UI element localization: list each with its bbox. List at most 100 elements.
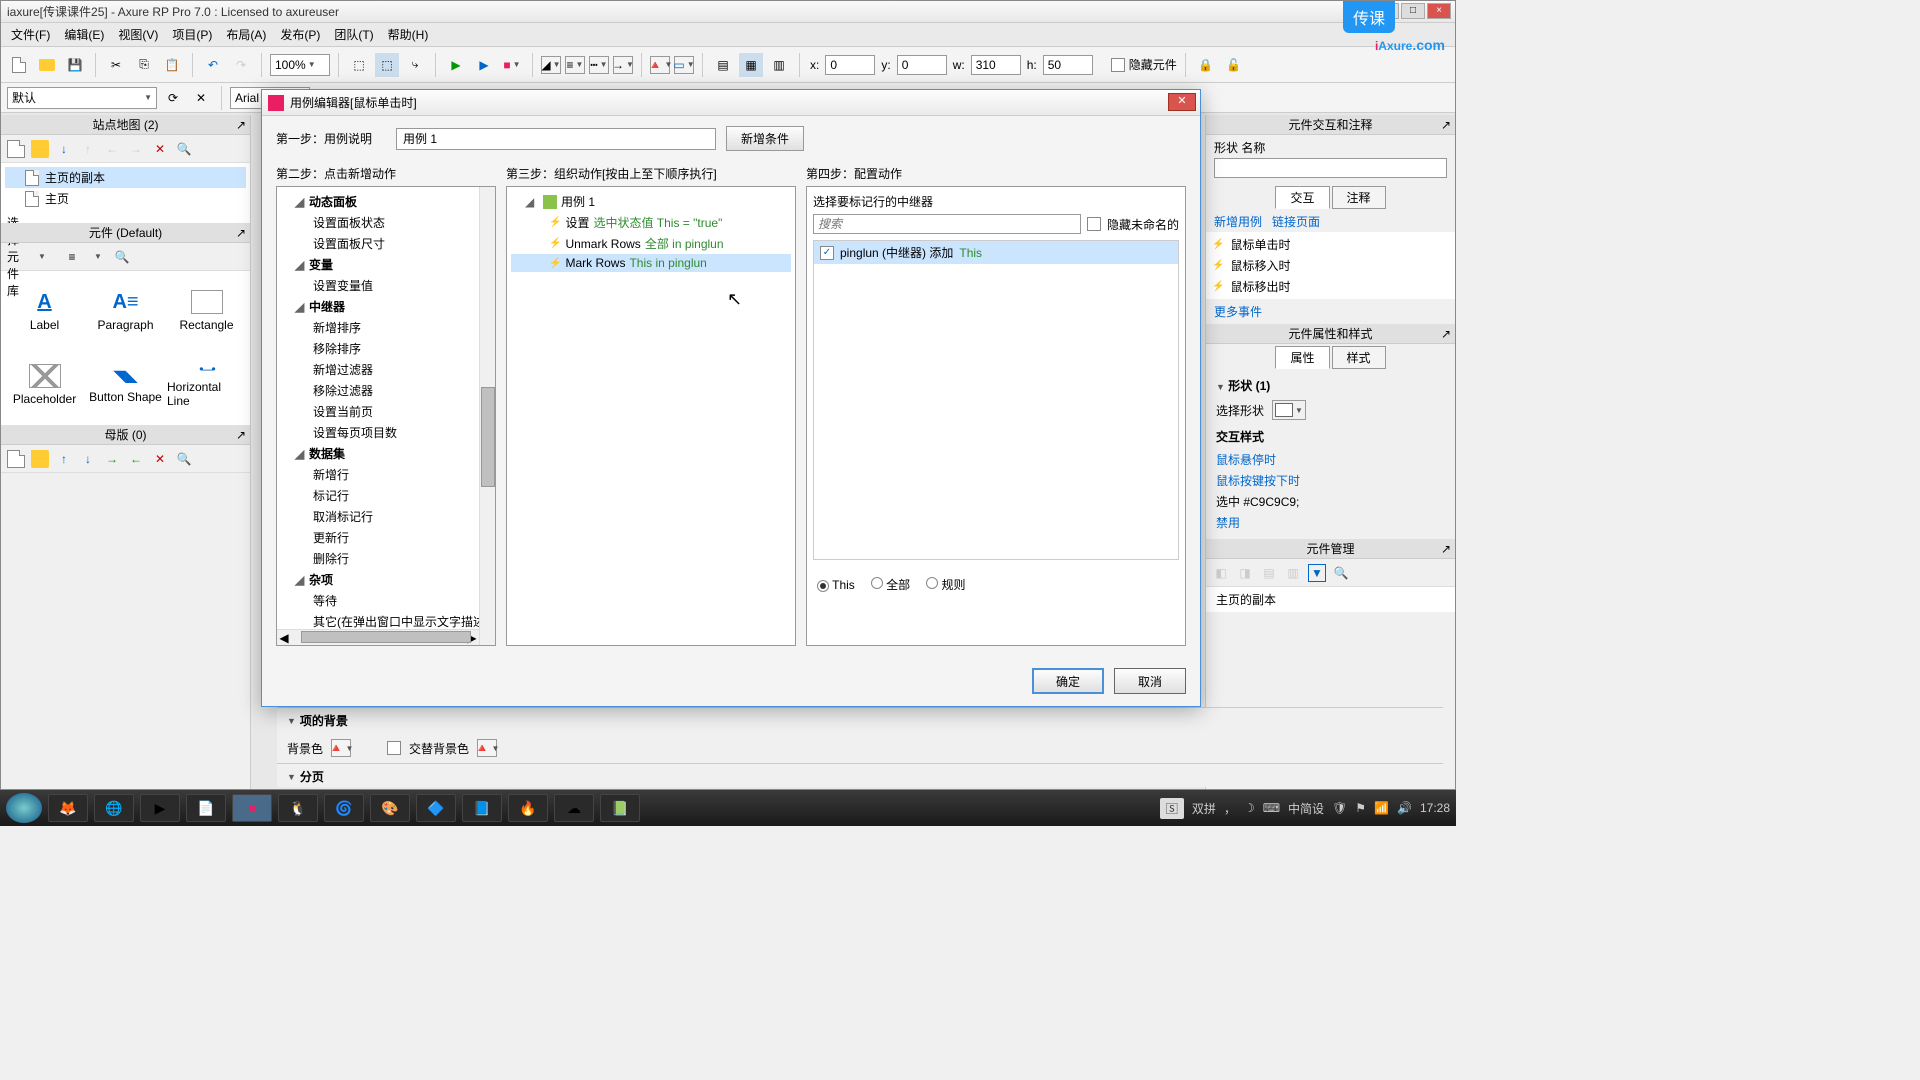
task-app-5[interactable]: 🔷 bbox=[416, 794, 456, 822]
mgmt-icon4[interactable]: ▥ bbox=[1284, 564, 1302, 582]
menu-arrange[interactable]: 布局(A) bbox=[220, 24, 272, 45]
new-file-icon[interactable] bbox=[7, 53, 31, 77]
case-action-mark[interactable]: ⚡Mark Rows This in pinglun bbox=[511, 254, 791, 272]
open-icon[interactable] bbox=[35, 53, 59, 77]
mgmt-icon2[interactable]: ◨ bbox=[1236, 564, 1254, 582]
master-down-icon[interactable]: ↓ bbox=[79, 450, 97, 468]
menu-edit[interactable]: 编辑(E) bbox=[58, 24, 110, 45]
publish-icon[interactable]: ▶ bbox=[472, 53, 496, 77]
dialog-close-button[interactable]: ✕ bbox=[1168, 93, 1196, 111]
arrow-style-icon[interactable]: →▼ bbox=[613, 56, 633, 74]
action-remove-sort[interactable]: 移除排序 bbox=[281, 338, 491, 359]
task-app-7[interactable]: 🔥 bbox=[508, 794, 548, 822]
line-pattern-icon[interactable]: ┅▼ bbox=[589, 56, 609, 74]
copy-icon[interactable]: ⎘ bbox=[132, 53, 156, 77]
link-page-link[interactable]: 链接页面 bbox=[1272, 213, 1320, 230]
action-unmark-row[interactable]: 取消标记行 bbox=[281, 506, 491, 527]
menu-publish[interactable]: 发布(P) bbox=[274, 24, 326, 45]
case-tree[interactable]: ◢用例 1 ⚡设置 选中状态值 This = "true" ⚡Unmark Ro… bbox=[507, 187, 795, 276]
action-set-panel-size[interactable]: 设置面板尺寸 bbox=[281, 233, 491, 254]
mgmt-search-icon[interactable]: 🔍 bbox=[1332, 564, 1350, 582]
menu-view[interactable]: 视图(V) bbox=[112, 24, 164, 45]
ime-indicator[interactable]: 🅂 bbox=[1160, 798, 1184, 819]
align-left-icon[interactable]: ▤ bbox=[711, 53, 735, 77]
more-events-link[interactable]: 更多事件 bbox=[1206, 299, 1455, 324]
select-contained-icon[interactable]: ⬚ bbox=[375, 53, 399, 77]
actions-hscroll[interactable]: ◀▶ bbox=[277, 629, 479, 645]
ime-punct-icon[interactable]: ， bbox=[1224, 800, 1236, 817]
menu-help[interactable]: 帮助(H) bbox=[382, 24, 435, 45]
tab-interactions[interactable]: 交互 bbox=[1275, 186, 1329, 209]
close-button[interactable]: × bbox=[1427, 3, 1451, 19]
ime-moon-icon[interactable]: ☽ bbox=[1244, 801, 1255, 815]
action-new-sort[interactable]: 新增排序 bbox=[281, 317, 491, 338]
y-input[interactable] bbox=[897, 55, 947, 75]
ime-mode[interactable]: 双拼 bbox=[1192, 800, 1216, 817]
lock-icon[interactable]: 🔒 bbox=[1194, 53, 1218, 77]
action-items-per-page[interactable]: 设置每页项目数 bbox=[281, 422, 491, 443]
action-set-current-page[interactable]: 设置当前页 bbox=[281, 401, 491, 422]
align-center-icon[interactable]: ▦ bbox=[739, 53, 763, 77]
line-style-icon[interactable]: ≡▼ bbox=[565, 56, 585, 74]
ok-button[interactable]: 确定 bbox=[1032, 668, 1104, 694]
task-app-8[interactable]: ☁ bbox=[554, 794, 594, 822]
task-app-3[interactable]: 🌀 bbox=[324, 794, 364, 822]
paste-icon[interactable]: 📋 bbox=[160, 53, 184, 77]
reset-style-icon[interactable]: ✕ bbox=[189, 86, 213, 110]
actions-scrollbar[interactable] bbox=[479, 187, 495, 645]
action-new-filter[interactable]: 新增过滤器 bbox=[281, 359, 491, 380]
page-node[interactable]: 主页 bbox=[5, 188, 246, 209]
h-input[interactable] bbox=[1043, 55, 1093, 75]
fill-color-icon[interactable]: ◢▼ bbox=[541, 56, 561, 74]
add-page-icon[interactable] bbox=[7, 140, 25, 158]
shape-type-dropdown[interactable]: ▼ bbox=[1272, 400, 1306, 420]
move-down-icon[interactable]: ↓ bbox=[55, 140, 73, 158]
bg-fill-icon[interactable]: 🔺▼ bbox=[650, 56, 670, 74]
w-input[interactable] bbox=[971, 55, 1021, 75]
qq-icon[interactable]: 🐧 bbox=[278, 794, 318, 822]
disabled-style[interactable]: 禁用 bbox=[1216, 512, 1445, 533]
master-up-icon[interactable]: ↑ bbox=[55, 450, 73, 468]
cancel-button[interactable]: 取消 bbox=[1114, 668, 1186, 694]
action-mark-row[interactable]: 标记行 bbox=[281, 485, 491, 506]
add-master-folder-icon[interactable] bbox=[31, 450, 49, 468]
add-case-link[interactable]: 新增用例 bbox=[1214, 213, 1262, 230]
move-up-icon[interactable]: ↑ bbox=[79, 140, 97, 158]
mgmt-icon3[interactable]: ▤ bbox=[1260, 564, 1278, 582]
hide-unnamed-checkbox[interactable] bbox=[1087, 217, 1101, 231]
unlock-icon[interactable]: 🔓 bbox=[1222, 53, 1246, 77]
action-set-panel-state[interactable]: 设置面板状态 bbox=[281, 212, 491, 233]
search-sitemap-icon[interactable]: 🔍 bbox=[175, 140, 193, 158]
event-onclick[interactable]: ⚡鼠标单击时 bbox=[1208, 234, 1453, 255]
tray-volume-icon[interactable]: 🔊 bbox=[1397, 801, 1412, 815]
tab-notes[interactable]: 注释 bbox=[1332, 186, 1386, 209]
bgcolor-picker[interactable]: 🔺▼ bbox=[331, 739, 351, 757]
search-widgets-icon[interactable]: 🔍 bbox=[113, 248, 131, 266]
style-select[interactable]: 默认▼ bbox=[7, 87, 157, 109]
repeater-search-input[interactable] bbox=[813, 214, 1081, 234]
clock[interactable]: 17:28 bbox=[1420, 801, 1450, 815]
ime-lang[interactable]: 中简设 bbox=[1288, 800, 1324, 817]
task-app-2[interactable]: 📄 bbox=[186, 794, 226, 822]
shape-name-input[interactable] bbox=[1214, 158, 1447, 178]
task-app-6[interactable]: 📘 bbox=[462, 794, 502, 822]
x-input[interactable] bbox=[825, 55, 875, 75]
case-action-unmark[interactable]: ⚡Unmark Rows 全部 in pinglun bbox=[511, 233, 791, 254]
outdent-icon[interactable]: ← bbox=[103, 140, 121, 158]
border-icon[interactable]: ▭▼ bbox=[674, 56, 694, 74]
cut-icon[interactable]: ✂ bbox=[104, 53, 128, 77]
mouse-down-style[interactable]: 鼠标按键按下时 bbox=[1216, 470, 1445, 491]
redo-icon[interactable]: ↷ bbox=[229, 53, 253, 77]
action-update-row[interactable]: 更新行 bbox=[281, 527, 491, 548]
radio-rule[interactable]: 规则 bbox=[926, 576, 965, 593]
widget-placeholder[interactable]: Placeholder bbox=[5, 349, 84, 421]
case-node-root[interactable]: ◢用例 1 bbox=[511, 191, 791, 212]
master-search-icon[interactable]: 🔍 bbox=[175, 450, 193, 468]
event-onmouseenter[interactable]: ⚡鼠标移入时 bbox=[1208, 255, 1453, 276]
menu-team[interactable]: 团队(T) bbox=[328, 24, 379, 45]
action-remove-filter[interactable]: 移除过滤器 bbox=[281, 380, 491, 401]
select-mode-icon[interactable]: ⬚ bbox=[347, 53, 371, 77]
task-app-9[interactable]: 📗 bbox=[600, 794, 640, 822]
master-left-icon[interactable]: ← bbox=[127, 450, 145, 468]
radio-all[interactable]: 全部 bbox=[871, 576, 910, 593]
